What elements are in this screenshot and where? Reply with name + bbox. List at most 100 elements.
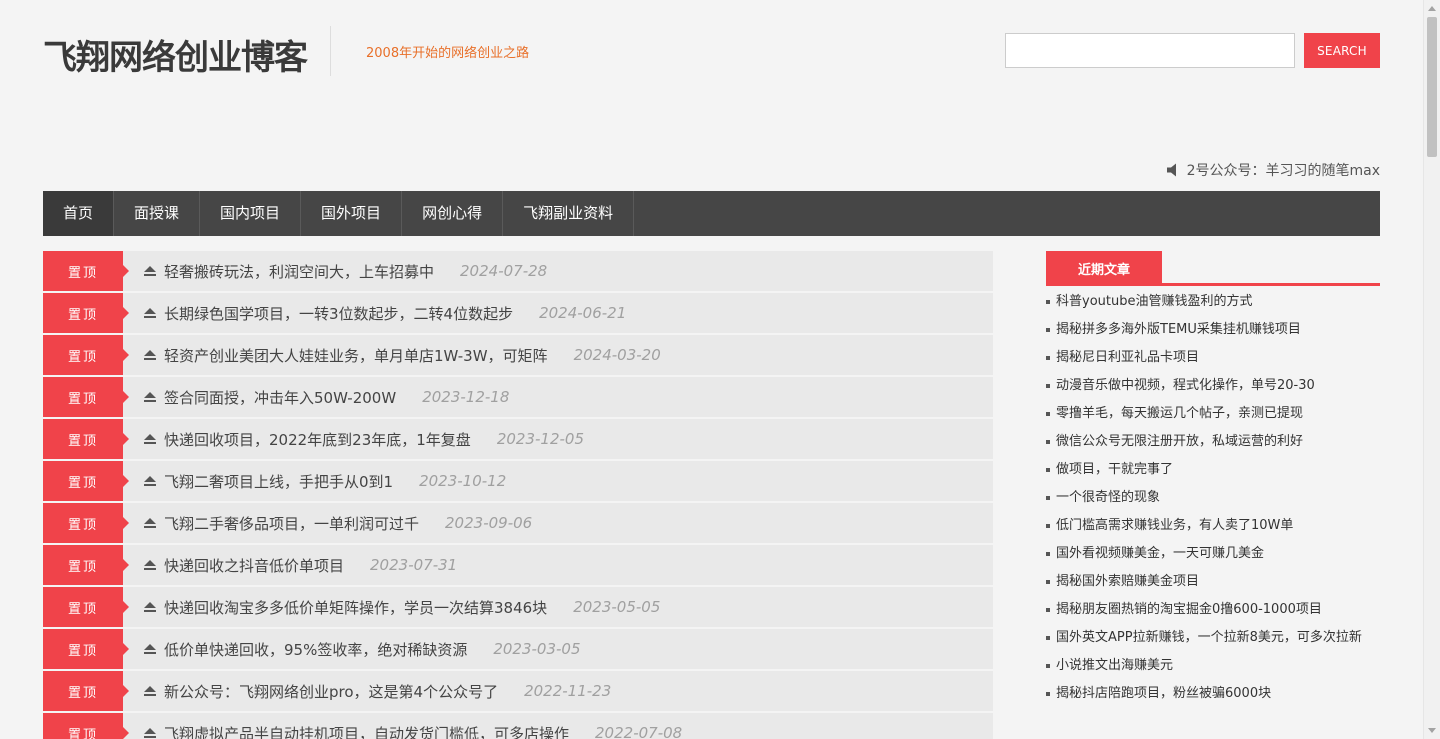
post-row: 置顶 轻资产创业美团大人娃娃业务，单月单店1W-3W，可矩阵 2024-03-2… — [43, 335, 993, 375]
recent-post-link[interactable]: 揭秘朋友圈热销的淘宝掘金0撸600-1000项目 — [1046, 596, 1380, 624]
recent-post-link[interactable]: 揭秘尼日利亚礼品卡项目 — [1046, 344, 1380, 372]
eject-icon — [144, 308, 156, 318]
recent-post-link[interactable]: 低门槛高需求赚钱业务，有人卖了10W单 — [1046, 512, 1380, 540]
nav-item-foreign-projects[interactable]: 国外项目 — [301, 191, 403, 236]
recent-posts-list: 科普youtube油管赚钱盈利的方式 揭秘拼多多海外版TEMU采集挂机赚钱项目 … — [1046, 288, 1380, 708]
post-row: 置顶 快递回收之抖音低价单项目 2023-07-31 — [43, 545, 993, 585]
scroll-down-arrow-icon[interactable] — [1428, 728, 1436, 733]
post-date: 2023-07-31 — [370, 556, 458, 574]
eject-icon — [144, 392, 156, 402]
nav-item-courses[interactable]: 面授课 — [114, 191, 201, 236]
post-title-link[interactable]: 轻奢搬砖玩法，利润空间大，上车招募中 — [164, 261, 434, 282]
search-input[interactable] — [1005, 33, 1295, 68]
post-row: 置顶 新公众号：飞翔网络创业pro，这是第4个公众号了 2022-11-23 — [43, 671, 993, 711]
title-divider — [330, 26, 331, 76]
site-title[interactable]: 飞翔网络创业博客 — [43, 30, 308, 79]
post-row: 置顶 飞翔二奢项目上线，手把手从0到1 2023-10-12 — [43, 461, 993, 501]
post-row: 置顶 轻奢搬砖玩法，利润空间大，上车招募中 2024-07-28 — [43, 251, 993, 291]
post-row: 置顶 快递回收项目，2022年底到23年底，1年复盘 2023-12-05 — [43, 419, 993, 459]
post-title-link[interactable]: 长期绿色国学项目，一转3位数起步，二转4位数起步 — [164, 303, 513, 324]
post-row: 置顶 飞翔虚拟产品半自动挂机项目，自动发货门槛低，可多店操作 2022-07-0… — [43, 713, 993, 739]
post-title-link[interactable]: 签合同面授，冲击年入50W-200W — [164, 387, 396, 408]
eject-icon — [144, 644, 156, 654]
nav-item-domestic-projects[interactable]: 国内项目 — [200, 191, 302, 236]
sticky-badge: 置顶 — [43, 671, 129, 711]
recent-post-link[interactable]: 微信公众号无限注册开放，私域运营的利好 — [1046, 428, 1380, 456]
eject-icon — [144, 686, 156, 696]
post-row: 置顶 签合同面授，冲击年入50W-200W 2023-12-18 — [43, 377, 993, 417]
sticky-badge: 置顶 — [43, 335, 129, 375]
post-title-link[interactable]: 新公众号：飞翔网络创业pro，这是第4个公众号了 — [164, 681, 498, 702]
post-row: 置顶 长期绿色国学项目，一转3位数起步，二转4位数起步 2024-06-21 — [43, 293, 993, 333]
post-body: 低价单快递回收，95%签收率，绝对稀缺资源 2023-03-05 — [123, 629, 581, 669]
eject-icon — [144, 434, 156, 444]
sidebar: 近期文章 科普youtube油管赚钱盈利的方式 揭秘拼多多海外版TEMU采集挂机… — [1046, 251, 1380, 708]
post-date: 2022-11-23 — [524, 682, 612, 700]
notice-text[interactable]: 2号公众号：羊习习的随笔max — [1187, 160, 1380, 180]
eject-icon — [144, 266, 156, 276]
eject-icon — [144, 518, 156, 528]
speaker-icon — [1166, 163, 1176, 177]
post-body: 快递回收淘宝多多低价单矩阵操作，学员一次结算3846块 2023-05-05 — [123, 587, 660, 627]
post-date: 2023-03-05 — [493, 640, 581, 658]
post-title-link[interactable]: 快递回收之抖音低价单项目 — [164, 555, 344, 576]
post-title-link[interactable]: 快递回收淘宝多多低价单矩阵操作，学员一次结算3846块 — [164, 597, 547, 618]
post-date: 2023-12-05 — [496, 430, 584, 448]
eject-icon — [144, 476, 156, 486]
page: 飞翔网络创业博客 2008年开始的网络创业之路 SEARCH 2号公众号：羊习习… — [0, 0, 1423, 739]
post-body: 轻奢搬砖玩法，利润空间大，上车招募中 2024-07-28 — [123, 251, 547, 291]
sticky-badge: 置顶 — [43, 377, 129, 417]
post-title-link[interactable]: 轻资产创业美团大人娃娃业务，单月单店1W-3W，可矩阵 — [164, 345, 548, 366]
nav-item-experience[interactable]: 网创心得 — [402, 191, 504, 236]
post-date: 2023-10-12 — [419, 472, 507, 490]
vertical-scrollbar[interactable] — [1423, 0, 1440, 739]
recent-post-link[interactable]: 揭秘拼多多海外版TEMU采集挂机赚钱项目 — [1046, 316, 1380, 344]
post-body: 签合同面授，冲击年入50W-200W 2023-12-18 — [123, 377, 509, 417]
site-tagline: 2008年开始的网络创业之路 — [366, 46, 530, 61]
post-title-link[interactable]: 快递回收项目，2022年底到23年底，1年复盘 — [164, 429, 471, 450]
recent-post-link[interactable]: 小说推文出海赚美元 — [1046, 652, 1380, 680]
sticky-badge: 置顶 — [43, 503, 129, 543]
sticky-badge: 置顶 — [43, 587, 129, 627]
recent-post-link[interactable]: 做项目，干就完事了 — [1046, 456, 1380, 484]
post-date: 2024-06-21 — [539, 304, 627, 322]
scroll-up-arrow-icon[interactable] — [1428, 6, 1436, 11]
sticky-badge: 置顶 — [43, 251, 129, 291]
eject-icon — [144, 728, 156, 738]
sticky-badge: 置顶 — [43, 713, 129, 739]
scrollbar-thumb[interactable] — [1427, 17, 1437, 157]
post-body: 长期绿色国学项目，一转3位数起步，二转4位数起步 2024-06-21 — [123, 293, 626, 333]
notice-bar: 2号公众号：羊习习的随笔max — [1165, 160, 1380, 180]
recent-post-link[interactable]: 一个很奇怪的现象 — [1046, 484, 1380, 512]
nav-item-home[interactable]: 首页 — [43, 191, 115, 236]
sticky-badge: 置顶 — [43, 419, 129, 459]
recent-post-link[interactable]: 揭秘抖店陪跑项目，粉丝被骗6000块 — [1046, 680, 1380, 708]
post-date: 2023-09-06 — [445, 514, 533, 532]
sticky-badge: 置顶 — [43, 461, 129, 501]
eject-icon — [144, 602, 156, 612]
recent-post-link[interactable]: 国外看视频赚美金，一天可赚几美金 — [1046, 540, 1380, 568]
recent-post-link[interactable]: 揭秘国外索赔赚美金项目 — [1046, 568, 1380, 596]
nav-item-resources[interactable]: 飞翔副业资料 — [503, 191, 635, 236]
search-button[interactable]: SEARCH — [1304, 33, 1380, 68]
post-body: 快递回收项目，2022年底到23年底，1年复盘 2023-12-05 — [123, 419, 584, 459]
post-body: 飞翔二奢项目上线，手把手从0到1 2023-10-12 — [123, 461, 506, 501]
post-title-link[interactable]: 低价单快递回收，95%签收率，绝对稀缺资源 — [164, 639, 467, 660]
eject-icon — [144, 350, 156, 360]
post-date: 2022-07-08 — [595, 724, 683, 739]
recent-post-link[interactable]: 国外英文APP拉新赚钱，一个拉新8美元，可多次拉新 — [1046, 624, 1380, 652]
post-title-link[interactable]: 飞翔虚拟产品半自动挂机项目，自动发货门槛低，可多店操作 — [164, 723, 569, 739]
widget-header: 近期文章 — [1046, 251, 1380, 286]
post-row: 置顶 飞翔二手奢侈品项目，一单利润可过千 2023-09-06 — [43, 503, 993, 543]
post-title-link[interactable]: 飞翔二奢项目上线，手把手从0到1 — [164, 471, 393, 492]
eject-icon — [144, 560, 156, 570]
recent-post-link[interactable]: 零撸羊毛，每天搬运几个帖子，亲测已提现 — [1046, 400, 1380, 428]
post-date: 2024-03-20 — [573, 346, 661, 364]
recent-post-link[interactable]: 动漫音乐做中视频，程式化操作，单号20-30 — [1046, 372, 1380, 400]
post-date: 2023-12-18 — [422, 388, 510, 406]
post-body: 新公众号：飞翔网络创业pro，这是第4个公众号了 2022-11-23 — [123, 671, 611, 711]
sticky-badge: 置顶 — [43, 545, 129, 585]
post-title-link[interactable]: 飞翔二手奢侈品项目，一单利润可过千 — [164, 513, 419, 534]
recent-post-link[interactable]: 科普youtube油管赚钱盈利的方式 — [1046, 288, 1380, 316]
post-row: 置顶 低价单快递回收，95%签收率，绝对稀缺资源 2023-03-05 — [43, 629, 993, 669]
